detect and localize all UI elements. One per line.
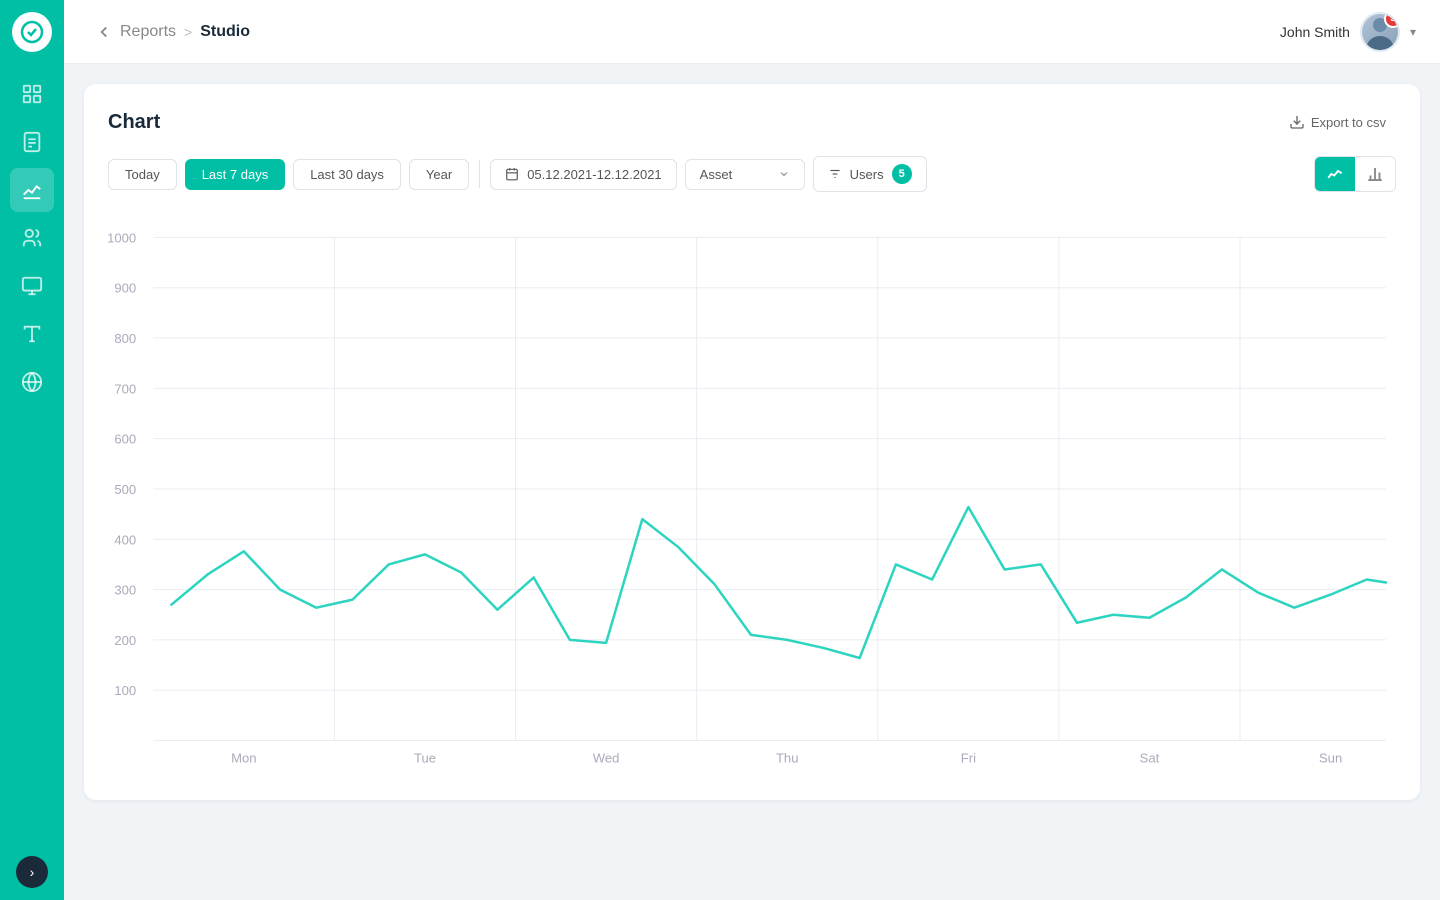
sidebar-item-presentation[interactable] (10, 264, 54, 308)
line-chart-icon (1326, 165, 1344, 183)
line-chart-svg: 1000 900 800 700 600 500 400 300 200 100 (108, 216, 1396, 776)
username-label: John Smith (1280, 24, 1350, 40)
export-csv-button[interactable]: Export to csv (1279, 108, 1396, 136)
calendar-icon (505, 167, 519, 181)
chart-type-toggle (1314, 156, 1396, 192)
filter-bar: Today Last 7 days Last 30 days Year 05.1… (108, 156, 1396, 192)
svg-text:800: 800 (114, 331, 136, 346)
chart-title: Chart (108, 111, 160, 134)
avatar: 5 (1360, 12, 1400, 52)
user-menu[interactable]: John Smith 5 ▾ (1280, 12, 1416, 52)
svg-text:500: 500 (114, 482, 136, 497)
breadcrumb-current-page: Studio (200, 23, 250, 41)
users-filter-label: Users (850, 167, 884, 182)
svg-text:Sat: Sat (1140, 751, 1160, 766)
chart-header: Chart Export to csv (108, 108, 1396, 136)
filter-divider (479, 160, 480, 188)
svg-text:300: 300 (114, 583, 136, 598)
filter-last7-button[interactable]: Last 7 days (185, 159, 286, 190)
svg-text:1000: 1000 (108, 230, 136, 245)
svg-text:400: 400 (114, 532, 136, 547)
svg-text:Tue: Tue (414, 751, 436, 766)
svg-text:900: 900 (114, 281, 136, 296)
sidebar-item-reports[interactable] (10, 120, 54, 164)
sidebar-collapse-button[interactable]: › (16, 856, 48, 888)
svg-text:Thu: Thu (776, 751, 799, 766)
asset-dropdown[interactable]: Asset (685, 159, 805, 190)
bar-chart-icon (1366, 165, 1384, 183)
notification-badge: 5 (1384, 12, 1400, 28)
date-range-picker[interactable]: 05.12.2021-12.12.2021 (490, 159, 676, 190)
svg-text:Sun: Sun (1319, 751, 1342, 766)
logo-button[interactable] (12, 12, 52, 52)
filter-last30-button[interactable]: Last 30 days (293, 159, 401, 190)
breadcrumb-reports-link[interactable]: Reports (120, 23, 176, 41)
breadcrumb-separator: > (184, 24, 192, 40)
users-filter[interactable]: Users 5 (813, 156, 927, 192)
breadcrumb: Reports > Studio (120, 23, 1280, 41)
sidebar-item-analytics[interactable] (10, 168, 54, 212)
page-content: Chart Export to csv Today Last 7 days La… (64, 64, 1440, 900)
users-count-badge: 5 (892, 164, 912, 184)
sidebar-item-users[interactable] (10, 216, 54, 260)
back-button[interactable] (88, 16, 120, 48)
filter-today-button[interactable]: Today (108, 159, 177, 190)
svg-text:Fri: Fri (961, 751, 976, 766)
sidebar: › (0, 0, 64, 900)
svg-text:Wed: Wed (593, 751, 620, 766)
filter-icon (828, 167, 842, 181)
asset-label: Asset (700, 167, 733, 182)
svg-text:100: 100 (114, 683, 136, 698)
header: Reports > Studio John Smith 5 ▾ (64, 0, 1440, 64)
sidebar-item-tools[interactable] (10, 312, 54, 356)
chart-card: Chart Export to csv Today Last 7 days La… (84, 84, 1420, 800)
svg-text:200: 200 (114, 633, 136, 648)
sidebar-item-dashboard[interactable] (10, 72, 54, 116)
sidebar-item-globe[interactable] (10, 360, 54, 404)
date-range-label: 05.12.2021-12.12.2021 (527, 167, 661, 182)
svg-text:Mon: Mon (231, 751, 256, 766)
filter-year-button[interactable]: Year (409, 159, 469, 190)
svg-text:700: 700 (114, 381, 136, 396)
user-menu-chevron-icon: ▾ (1410, 25, 1416, 39)
asset-chevron-icon (778, 168, 790, 180)
export-csv-label: Export to csv (1311, 115, 1386, 130)
chart-area: 1000 900 800 700 600 500 400 300 200 100 (108, 216, 1396, 776)
main-content: Reports > Studio John Smith 5 ▾ Char (64, 0, 1440, 900)
bar-chart-type-button[interactable] (1355, 157, 1395, 191)
line-chart-type-button[interactable] (1315, 157, 1355, 191)
svg-text:600: 600 (114, 432, 136, 447)
